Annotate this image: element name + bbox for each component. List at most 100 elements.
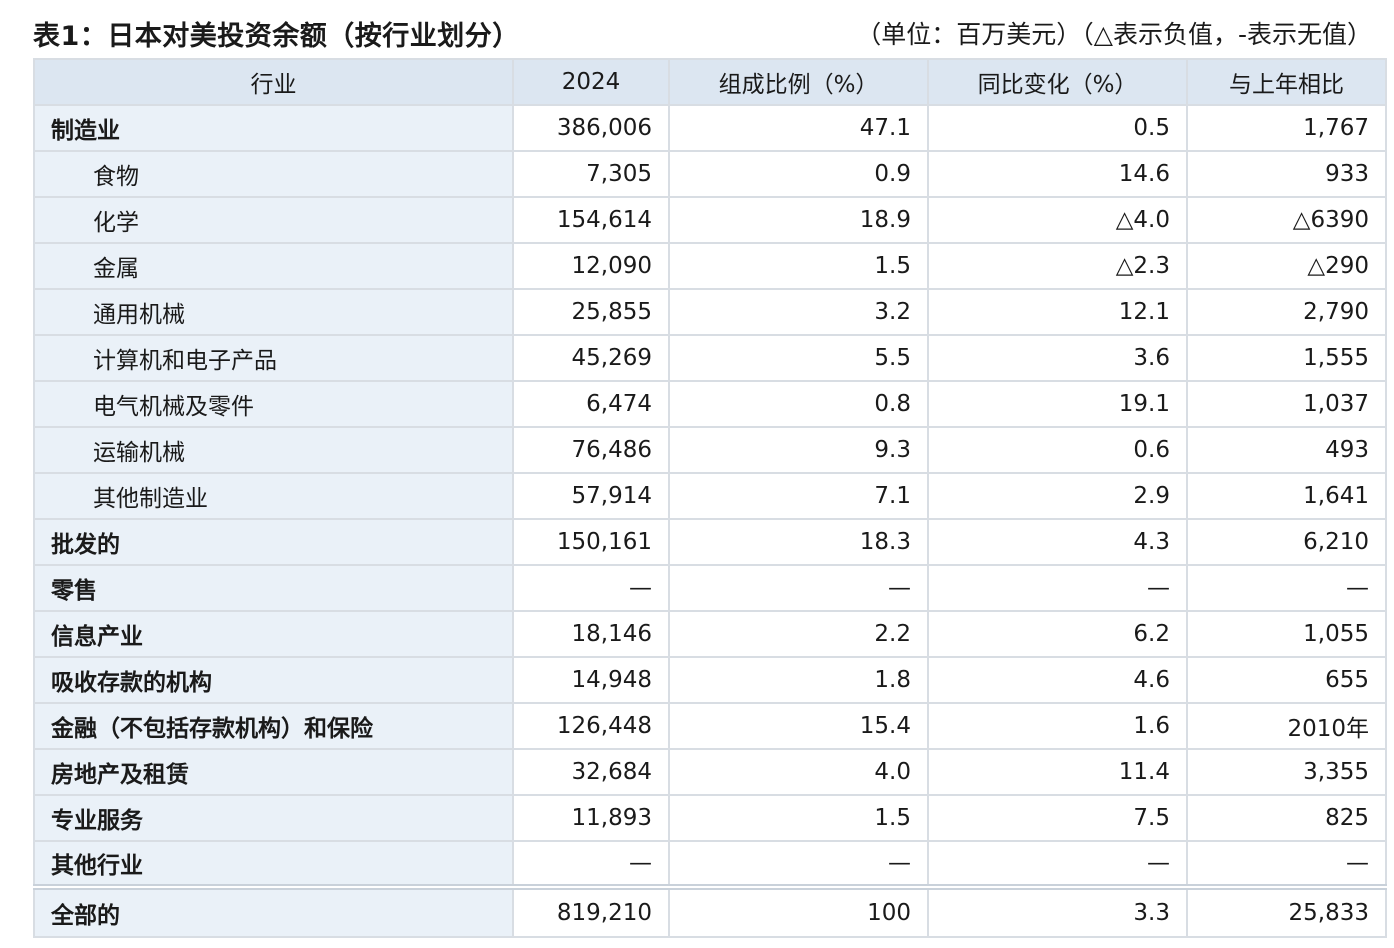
cell-industry: 零售 — [33, 564, 514, 612]
cell-amount-2024: 386,006 — [512, 104, 670, 152]
header-industry: 行业 — [33, 58, 514, 106]
cell-share: 100 — [668, 884, 929, 938]
cell-amount-2024: 32,684 — [512, 748, 670, 796]
header-yoy: 同比变化（%） — [927, 58, 1188, 106]
cell-industry: 信息产业 — [33, 610, 514, 658]
cell-amount-2024: 25,855 — [512, 288, 670, 336]
cell-industry: 金融（不包括存款机构）和保险 — [33, 702, 514, 750]
cell-vs-last-year: — — [1186, 840, 1387, 888]
cell-amount-2024: 11,893 — [512, 794, 670, 842]
cell-yoy: 0.6 — [927, 426, 1188, 474]
cell-yoy: — — [927, 840, 1188, 888]
cell-industry: 吸收存款的机构 — [33, 656, 514, 704]
cell-vs-last-year: 2010年 — [1186, 702, 1387, 750]
table-row: 专业服务 11,893 1.5 7.5 825 — [33, 794, 1387, 842]
cell-amount-2024: 18,146 — [512, 610, 670, 658]
cell-industry: 食物 — [33, 150, 514, 198]
table-row: 吸收存款的机构 14,948 1.8 4.6 655 — [33, 656, 1387, 704]
cell-share: 18.9 — [668, 196, 929, 244]
cell-industry: 房地产及租赁 — [33, 748, 514, 796]
cell-amount-2024: 7,305 — [512, 150, 670, 198]
table-row: 食物 7,305 0.9 14.6 933 — [33, 150, 1387, 198]
cell-yoy: 7.5 — [927, 794, 1188, 842]
cell-amount-2024: 76,486 — [512, 426, 670, 474]
cell-yoy: 11.4 — [927, 748, 1188, 796]
cell-industry: 化学 — [33, 196, 514, 244]
table-title: 表1：日本对美投资余额（按行业划分） — [33, 20, 520, 52]
cell-yoy: 12.1 — [927, 288, 1188, 336]
cell-vs-last-year: 825 — [1186, 794, 1387, 842]
cell-yoy: 0.5 — [927, 104, 1188, 152]
cell-amount-2024: 14,948 — [512, 656, 670, 704]
table-row: 房地产及租赁 32,684 4.0 11.4 3,355 — [33, 748, 1387, 796]
cell-yoy: △4.0 — [927, 196, 1188, 244]
table-row: 批发的 150,161 18.3 4.3 6,210 — [33, 518, 1387, 566]
table-row: 通用机械 25,855 3.2 12.1 2,790 — [33, 288, 1387, 336]
investment-table: 行业 2024 组成比例（%） 同比变化（%） 与上年相比 制造业 386,006… — [33, 58, 1387, 938]
cell-industry: 金属 — [33, 242, 514, 290]
table-row: 金属 12,090 1.5 △2.3 △290 — [33, 242, 1387, 290]
cell-yoy: 14.6 — [927, 150, 1188, 198]
cell-amount-2024: 6,474 — [512, 380, 670, 428]
unit-note: （单位：百万美元）（△表示负值，-表示无值） — [856, 20, 1372, 49]
cell-share: 2.2 — [668, 610, 929, 658]
cell-yoy: 6.2 — [927, 610, 1188, 658]
cell-vs-last-year: 3,355 — [1186, 748, 1387, 796]
table-row: 电气机械及零件 6,474 0.8 19.1 1,037 — [33, 380, 1387, 428]
cell-vs-last-year: 6,210 — [1186, 518, 1387, 566]
table-row: 金融（不包括存款机构）和保险 126,448 15.4 1.6 2010年 — [33, 702, 1387, 750]
cell-vs-last-year: 1,037 — [1186, 380, 1387, 428]
cell-yoy: 1.6 — [927, 702, 1188, 750]
cell-vs-last-year: — — [1186, 564, 1387, 612]
cell-share: — — [668, 564, 929, 612]
cell-amount-2024: 57,914 — [512, 472, 670, 520]
cell-yoy: — — [927, 564, 1188, 612]
cell-amount-2024: — — [512, 564, 670, 612]
cell-amount-2024: 12,090 — [512, 242, 670, 290]
cell-vs-last-year: 25,833 — [1186, 884, 1387, 938]
cell-industry: 批发的 — [33, 518, 514, 566]
cell-share: 9.3 — [668, 426, 929, 474]
cell-share: 0.9 — [668, 150, 929, 198]
cell-industry: 运输机械 — [33, 426, 514, 474]
cell-industry: 通用机械 — [33, 288, 514, 336]
cell-vs-last-year: 1,055 — [1186, 610, 1387, 658]
cell-share: 1.8 — [668, 656, 929, 704]
cell-yoy: 3.3 — [927, 884, 1188, 938]
cell-vs-last-year: 933 — [1186, 150, 1387, 198]
cell-amount-2024: 126,448 — [512, 702, 670, 750]
cell-vs-last-year: △290 — [1186, 242, 1387, 290]
table-row: 零售 — — — — — [33, 564, 1387, 612]
cell-share: 18.3 — [668, 518, 929, 566]
cell-share: 0.8 — [668, 380, 929, 428]
header-share: 组成比例（%） — [668, 58, 929, 106]
cell-industry: 专业服务 — [33, 794, 514, 842]
cell-yoy: 3.6 — [927, 334, 1188, 382]
cell-share: 47.1 — [668, 104, 929, 152]
cell-amount-2024: — — [512, 840, 670, 888]
cell-yoy: △2.3 — [927, 242, 1188, 290]
cell-share: 3.2 — [668, 288, 929, 336]
cell-yoy: 4.6 — [927, 656, 1188, 704]
table-caption: 表1：日本对美投资余额（按行业划分） （单位：百万美元）（△表示负值，-表示无值… — [33, 10, 1372, 56]
cell-vs-last-year: 655 — [1186, 656, 1387, 704]
header-vs-last-year: 与上年相比 — [1186, 58, 1387, 106]
table-row: 其他行业 — — — — — [33, 840, 1387, 888]
cell-share: 1.5 — [668, 794, 929, 842]
cell-industry: 其他行业 — [33, 840, 514, 888]
header-2024: 2024 — [512, 58, 670, 106]
cell-yoy: 4.3 — [927, 518, 1188, 566]
table-row: 运输机械 76,486 9.3 0.6 493 — [33, 426, 1387, 474]
cell-vs-last-year: 1,641 — [1186, 472, 1387, 520]
cell-amount-2024: 45,269 — [512, 334, 670, 382]
table-row: 其他制造业 57,914 7.1 2.9 1,641 — [33, 472, 1387, 520]
cell-share: 7.1 — [668, 472, 929, 520]
table-row: 制造业 386,006 47.1 0.5 1,767 — [33, 104, 1387, 152]
cell-industry: 全部的 — [33, 884, 514, 938]
cell-share: 15.4 — [668, 702, 929, 750]
table-row: 信息产业 18,146 2.2 6.2 1,055 — [33, 610, 1387, 658]
cell-share: — — [668, 840, 929, 888]
cell-vs-last-year: 2,790 — [1186, 288, 1387, 336]
total-row: 全部的 819,210 100 3.3 25,833 — [33, 884, 1387, 938]
cell-industry: 制造业 — [33, 104, 514, 152]
